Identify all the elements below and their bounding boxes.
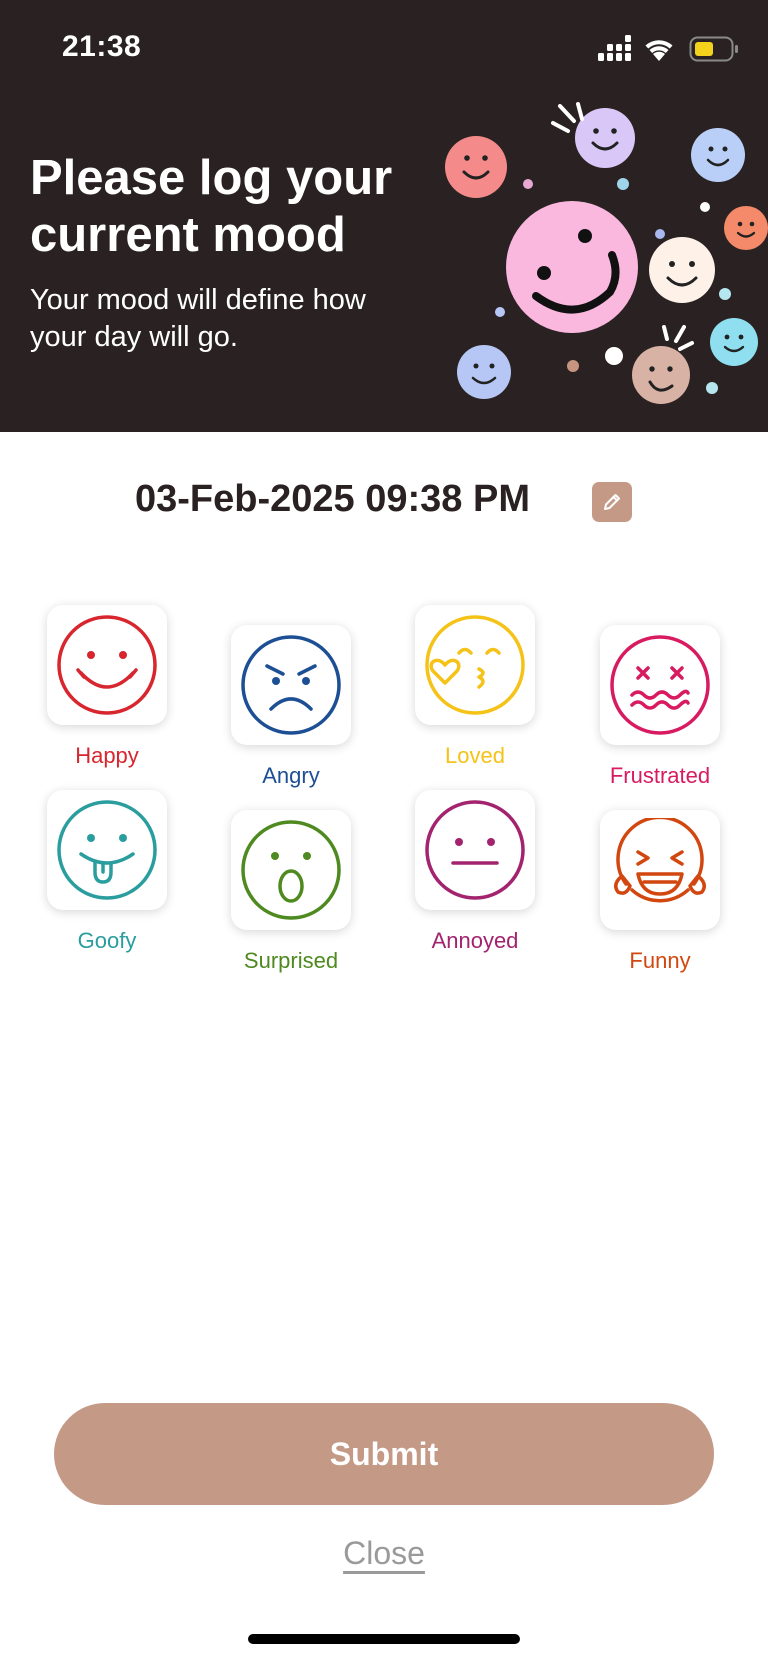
close-link-row: Close: [0, 1535, 768, 1572]
mood-tile[interactable]: [415, 790, 535, 910]
mood-tile[interactable]: [47, 605, 167, 725]
pencil-icon: [604, 494, 620, 510]
mood-option-loved[interactable]: Loved: [405, 605, 545, 769]
page-subtitle: Your mood will define how your day will …: [30, 284, 366, 353]
mood-tile[interactable]: [600, 625, 720, 745]
mood-label: Frustrated: [609, 763, 711, 788]
mood-label: Loved: [445, 743, 505, 768]
home-indicator: [248, 1634, 520, 1644]
mood-tile[interactable]: [231, 625, 351, 745]
mood-label: Happy: [75, 743, 139, 768]
smiley-bubbles-illustration: [445, 102, 768, 404]
entry-datetime-row: 03-Feb-2025 09:38 PM: [0, 470, 768, 530]
mood-label: Funny: [629, 948, 691, 973]
mood-tile[interactable]: [231, 810, 351, 930]
angry-face-icon: [241, 635, 341, 735]
mood-tile[interactable]: [47, 790, 167, 910]
mood-tile[interactable]: [600, 810, 720, 930]
close-link[interactable]: Close: [343, 1535, 425, 1571]
mood-option-annoyed[interactable]: Annoyed: [405, 790, 545, 954]
surprised-face-icon: [241, 820, 341, 920]
mood-option-funny[interactable]: Funny: [590, 810, 730, 974]
mood-tile[interactable]: [415, 605, 535, 725]
laughing-face-icon: [614, 818, 706, 903]
happy-face-icon: [57, 615, 157, 715]
wifi-icon: [645, 40, 673, 61]
mood-option-surprised[interactable]: Surprised: [221, 810, 361, 974]
mood-option-angry[interactable]: Angry: [221, 625, 361, 789]
status-icons: [598, 35, 738, 62]
mood-label: Angry: [262, 763, 320, 788]
status-time: 21:38: [62, 30, 142, 63]
signal-icon: [598, 35, 631, 61]
tongue-face-icon: [57, 800, 157, 900]
mood-label: Surprised: [243, 948, 339, 973]
page-title: Please log your current mood: [30, 151, 393, 262]
edit-datetime-button[interactable]: [592, 482, 632, 522]
mood-option-happy[interactable]: Happy: [37, 605, 177, 769]
dizzy-face-icon: [610, 635, 710, 735]
kissing-face-icon: [425, 615, 525, 715]
mood-label: Annoyed: [431, 928, 519, 953]
neutral-face-icon: [425, 800, 525, 900]
mood-option-frustrated[interactable]: Frustrated: [590, 625, 730, 789]
header-banner: 21:38 Please log your current mood Your …: [0, 0, 768, 432]
entry-datetime: 03-Feb-2025 09:38 PM: [135, 478, 530, 520]
mood-option-goofy[interactable]: Goofy: [37, 790, 177, 954]
mood-label: Goofy: [77, 928, 137, 953]
submit-button[interactable]: Submit: [54, 1403, 714, 1505]
battery-icon: [689, 36, 738, 62]
